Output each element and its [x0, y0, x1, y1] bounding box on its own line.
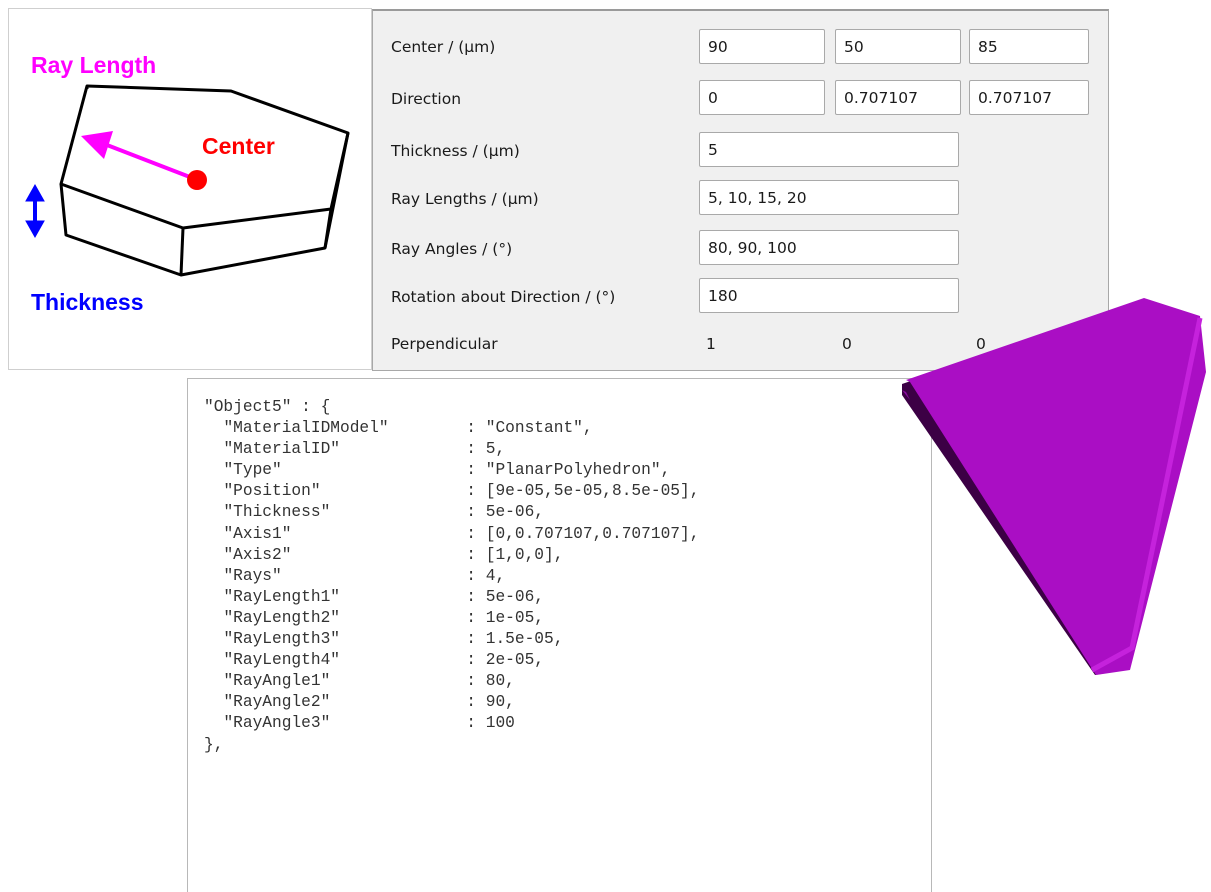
perpendicular-y-value: 0 [842, 335, 852, 353]
direction-y-input[interactable] [835, 80, 961, 115]
code-value: : [9e-05,5e-05,8.5e-05], [466, 482, 700, 501]
code-key: "Position" [223, 482, 467, 501]
code-line: "RayAngle1" : 80, [204, 672, 515, 691]
code-line: "Position" : [9e-05,5e-05,8.5e-05], [204, 482, 699, 500]
code-open-line: "Object5" : { [204, 398, 331, 416]
code-line: "Axis1" : [0,0.707107,0.707107], [204, 525, 699, 543]
code-key: "RayAngle2" [223, 693, 467, 712]
direction-x-input[interactable] [699, 80, 825, 115]
code-line: "MaterialID" : 5, [204, 440, 505, 458]
code-value: : "PlanarPolyhedron", [466, 461, 671, 480]
code-value: : [1,0,0], [466, 545, 564, 564]
code-line: "Axis2" : [1,0,0], [204, 546, 563, 564]
code-line: "Thickness" : 5e-06, [204, 503, 544, 521]
perpendicular-label: Perpendicular [391, 335, 498, 353]
code-lines: "MaterialIDModel" : "Constant", "Materia… [204, 419, 699, 732]
code-line: "MaterialIDModel" : "Constant", [204, 419, 593, 438]
code-value: : 1.5e-05, [466, 630, 564, 649]
code-value: : 4, [466, 566, 506, 585]
ray-lengths-input[interactable] [699, 180, 959, 215]
code-key: "RayLength4" [223, 651, 467, 670]
schematic-diagram: Ray Length Center Thickness [8, 8, 372, 370]
center-x-input[interactable] [699, 29, 825, 64]
code-line: "Rays" : 4, [204, 567, 505, 585]
code-key: "Axis1" [223, 524, 467, 543]
ray-lengths-label: Ray Lengths / (µm) [391, 190, 539, 208]
code-value: : 1e-05, [466, 608, 545, 627]
code-value: : 2e-05, [466, 651, 545, 670]
ray-angles-label: Ray Angles / (°) [391, 240, 513, 258]
code-value: : "Constant", [466, 419, 593, 438]
code-line: "RayAngle2" : 90, [204, 693, 515, 712]
code-line: "RayLength2" : 1e-05, [204, 609, 544, 627]
code-key: "Thickness" [223, 503, 467, 522]
thickness-input[interactable] [699, 132, 959, 167]
code-key: "RayLength3" [223, 630, 467, 649]
code-value: : 90, [466, 693, 515, 712]
code-key: "Type" [223, 461, 467, 480]
code-close-line: }, [204, 735, 224, 754]
ray-length-label: Ray Length [31, 52, 157, 78]
code-value: : 5e-06, [466, 503, 545, 522]
thickness-label: Thickness [31, 289, 144, 315]
center-label: Center / (µm) [391, 38, 496, 56]
code-value: : 100 [466, 714, 515, 733]
code-value: : 80, [466, 672, 515, 691]
center-y-input[interactable] [835, 29, 961, 64]
perpendicular-x-value: 1 [706, 335, 716, 353]
center-z-input[interactable] [969, 29, 1089, 64]
code-line: "RayLength1" : 5e-06, [204, 588, 544, 606]
direction-z-input[interactable] [969, 80, 1089, 115]
code-key: "RayLength1" [223, 587, 467, 606]
code-key: "MaterialIDModel" [223, 419, 467, 438]
code-key: "Rays" [223, 566, 467, 585]
code-key: "RayLength2" [223, 608, 467, 627]
json-code-panel: "Object5" : { "MaterialIDModel" : "Const… [187, 378, 932, 892]
code-key: "MaterialID" [223, 440, 467, 459]
code-key: "RayAngle1" [223, 672, 467, 691]
thickness-arrow-icon [25, 183, 45, 239]
rendered-polyhedron [902, 298, 1206, 675]
code-line: "RayLength4" : 2e-05, [204, 651, 544, 669]
json-code-block: "Object5" : { "MaterialIDModel" : "Const… [204, 397, 699, 756]
polyhedron-top-face [906, 298, 1206, 675]
rotation-label: Rotation about Direction / (°) [391, 288, 616, 306]
code-line: "RayAngle3" : 100 [204, 714, 515, 733]
thickness-label: Thickness / (µm) [391, 142, 520, 160]
code-line: "RayLength3" : 1.5e-05, [204, 630, 563, 648]
center-label: Center [202, 133, 275, 159]
direction-label: Direction [391, 90, 462, 108]
code-value: : [0,0.707107,0.707107], [466, 524, 700, 543]
code-value: : 5, [466, 440, 506, 459]
ray-angles-input[interactable] [699, 230, 959, 265]
center-point [187, 170, 207, 190]
code-key: "RayAngle3" [223, 714, 467, 733]
code-line: "Type" : "PlanarPolyhedron", [204, 461, 670, 479]
code-key: "Axis2" [223, 545, 467, 564]
code-value: : 5e-06, [466, 587, 545, 606]
